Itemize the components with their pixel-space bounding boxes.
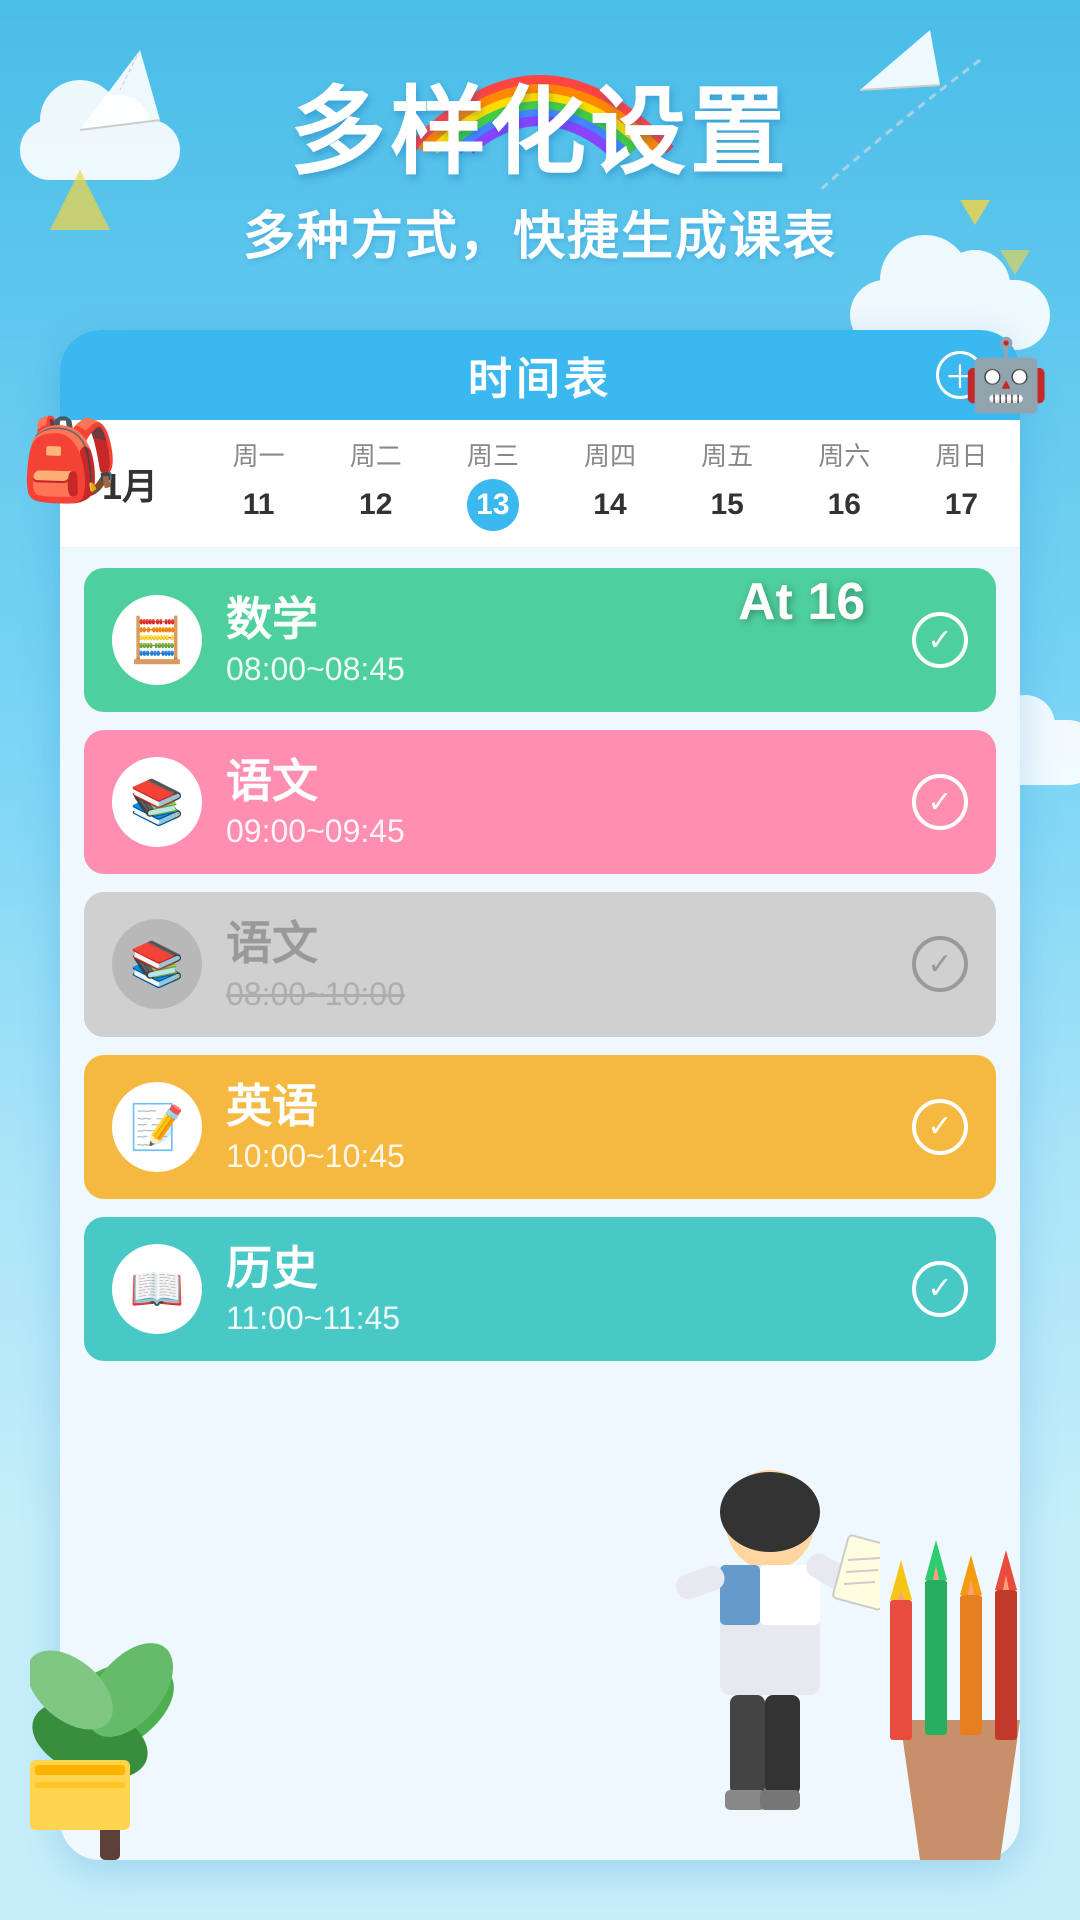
subject-name: 语文 — [226, 916, 888, 971]
check-icon: ✓ — [912, 936, 968, 992]
pencils-cup — [870, 1540, 1050, 1860]
day-number: 12 — [350, 479, 402, 531]
day-number: 17 — [935, 479, 987, 531]
check-icon: ✓ — [912, 1261, 968, 1317]
subject-info: 英语 10:00~10:45 — [226, 1079, 888, 1175]
student-figure — [660, 1460, 880, 1840]
subject-time: 11:00~11:45 — [226, 1300, 888, 1337]
subject-info: 语文 08:00~10:00 — [226, 916, 888, 1012]
day-col-13[interactable]: 周三 13 — [467, 436, 519, 531]
schedule-item-5[interactable]: 📖 历史 11:00~11:45 ✓ — [84, 1217, 996, 1361]
day-number: 15 — [701, 479, 753, 531]
day-number: 14 — [584, 479, 636, 531]
subject-icon: 📝 — [112, 1082, 202, 1172]
day-number: 11 — [233, 479, 285, 531]
subject-time: 09:00~09:45 — [226, 813, 888, 850]
plants-left — [30, 1560, 230, 1860]
day-name: 周二 — [350, 436, 402, 473]
schedule-item-4[interactable]: 📝 英语 10:00~10:45 ✓ — [84, 1055, 996, 1199]
day-name: 周六 — [818, 436, 870, 473]
sub-title: 多种方式，快捷生成课表 — [0, 194, 1080, 269]
subject-icon: 📖 — [112, 1244, 202, 1334]
check-icon: ✓ — [912, 774, 968, 830]
day-name: 周五 — [701, 436, 753, 473]
schedule-item-3[interactable]: 📚 语文 08:00~10:00 ✓ — [84, 892, 996, 1036]
day-col-15[interactable]: 周五 15 — [701, 436, 753, 531]
subject-info: 历史 11:00~11:45 — [226, 1241, 888, 1337]
main-title: 多样化设置 — [0, 80, 1080, 186]
days-row: 周一 11 周二 12 周三 13 周四 14 周五 15 周六 16 周日 17 — [200, 436, 1020, 531]
day-col-16[interactable]: 周六 16 — [818, 436, 870, 531]
at16-badge: At 16 — [738, 572, 865, 632]
schedule-list: 🧮数学08:00~08:45✓📚语文09:00~09:45✓📚语文08:00~1… — [60, 548, 1020, 1381]
day-name: 周四 — [584, 436, 636, 473]
check-icon: ✓ — [912, 1099, 968, 1155]
day-name: 周日 — [935, 436, 987, 473]
day-col-14[interactable]: 周四 14 — [584, 436, 636, 531]
day-name: 周三 — [467, 436, 519, 473]
blue-creature: 🎒 — [20, 420, 120, 500]
day-number: 13 — [467, 479, 519, 531]
subject-time: 08:00~08:45 — [226, 651, 888, 688]
day-name: 周一 — [233, 436, 285, 473]
subject-name: 英语 — [226, 1079, 888, 1134]
week-header: 1月 周一11周二12周三13周四14周五15周六16周日17 — [60, 420, 1020, 548]
subject-icon: 📚 — [112, 919, 202, 1009]
day-col-11[interactable]: 周一 11 — [233, 436, 285, 531]
subject-name: 历史 — [226, 1241, 888, 1296]
day-col-17[interactable]: 周日 17 — [935, 436, 987, 531]
check-icon: ✓ — [912, 612, 968, 668]
header-section: 多样化设置 多种方式，快捷生成课表 — [0, 80, 1080, 269]
subject-name: 语文 — [226, 754, 888, 809]
schedule-item-2[interactable]: 📚 语文 09:00~09:45 ✓ — [84, 730, 996, 874]
subject-info: 语文 09:00~09:45 — [226, 754, 888, 850]
robot-character: 🤖 — [963, 340, 1050, 410]
subject-icon: 🧮 — [112, 595, 202, 685]
subject-icon: 📚 — [112, 757, 202, 847]
subject-time: 10:00~10:45 — [226, 1138, 888, 1175]
day-number: 16 — [818, 479, 870, 531]
card-header: 时间表 ＋ — [60, 330, 1020, 420]
day-col-12[interactable]: 周二 12 — [350, 436, 402, 531]
subject-time: 08:00~10:00 — [226, 976, 888, 1013]
card-header-title: 时间表 — [468, 343, 612, 407]
